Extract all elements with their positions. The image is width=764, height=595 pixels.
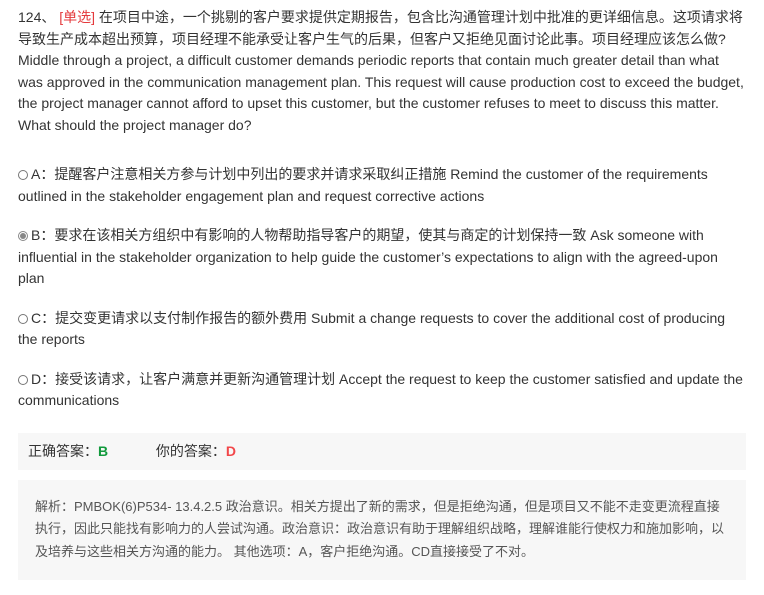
option-c-label: C：提交变更请求以支付制作报告的额外费用 Submit a change req… (18, 309, 726, 348)
question-type-tag: [单选] (59, 9, 96, 25)
your-answer-value: D (225, 442, 237, 459)
explanation-box: 解析：PMBOK(6)P534- 13.4.2.5 政治意识。相关方提出了新的需… (18, 479, 746, 580)
option-b-label: B：要求在该相关方组织中有影响的人物帮助指导客户的期望，使其与商定的计划保持一致… (18, 227, 718, 286)
question-text: 124、 [单选] 在项目中途，一个挑剔的客户要求提供定期报告，包含比沟通管理计… (18, 7, 746, 136)
question-text-en: Middle through a project, a difficult cu… (18, 52, 744, 133)
answer-bar: 正确答案：B 你的答案：D (18, 432, 746, 470)
explanation-text: 解析：PMBOK(6)P534- 13.4.2.5 政治意识。相关方提出了新的需… (35, 498, 725, 559)
option-b-radio[interactable] (18, 231, 28, 241)
option-a-radio[interactable] (18, 170, 28, 180)
option-c[interactable]: C：提交变更请求以支付制作报告的额外费用 Submit a change req… (18, 308, 746, 351)
option-a[interactable]: A：提醒客户注意相关方参与计划中列出的要求并请求采取纠正措施 Remind th… (18, 164, 746, 207)
option-a-label: A：提醒客户注意相关方参与计划中列出的要求并请求采取纠正措施 Remind th… (18, 166, 708, 204)
option-d[interactable]: D：接受该请求，让客户满意并更新沟通管理计划 Accept the reques… (18, 369, 746, 412)
question-container: 124、 [单选] 在项目中途，一个挑剔的客户要求提供定期报告，包含比沟通管理计… (0, 0, 764, 580)
question-text-cn: 在项目中途，一个挑剔的客户要求提供定期报告，包含比沟通管理计划中批准的更详细信息… (18, 9, 743, 47)
options-list: A：提醒客户注意相关方参与计划中列出的要求并请求采取纠正措施 Remind th… (18, 164, 746, 412)
your-answer-label: 你的答案： (155, 442, 226, 459)
option-c-radio[interactable] (18, 313, 28, 324)
correct-answer-label: 正确答案： (28, 442, 98, 459)
option-b[interactable]: B：要求在该相关方组织中有影响的人物帮助指导客户的期望，使其与商定的计划保持一致… (18, 225, 746, 290)
option-d-radio[interactable] (18, 374, 28, 385)
correct-answer-value: B (98, 442, 109, 459)
question-number: 124、 (18, 9, 56, 25)
option-d-label: D：接受该请求，让客户满意并更新沟通管理计划 Accept the reques… (18, 370, 743, 409)
